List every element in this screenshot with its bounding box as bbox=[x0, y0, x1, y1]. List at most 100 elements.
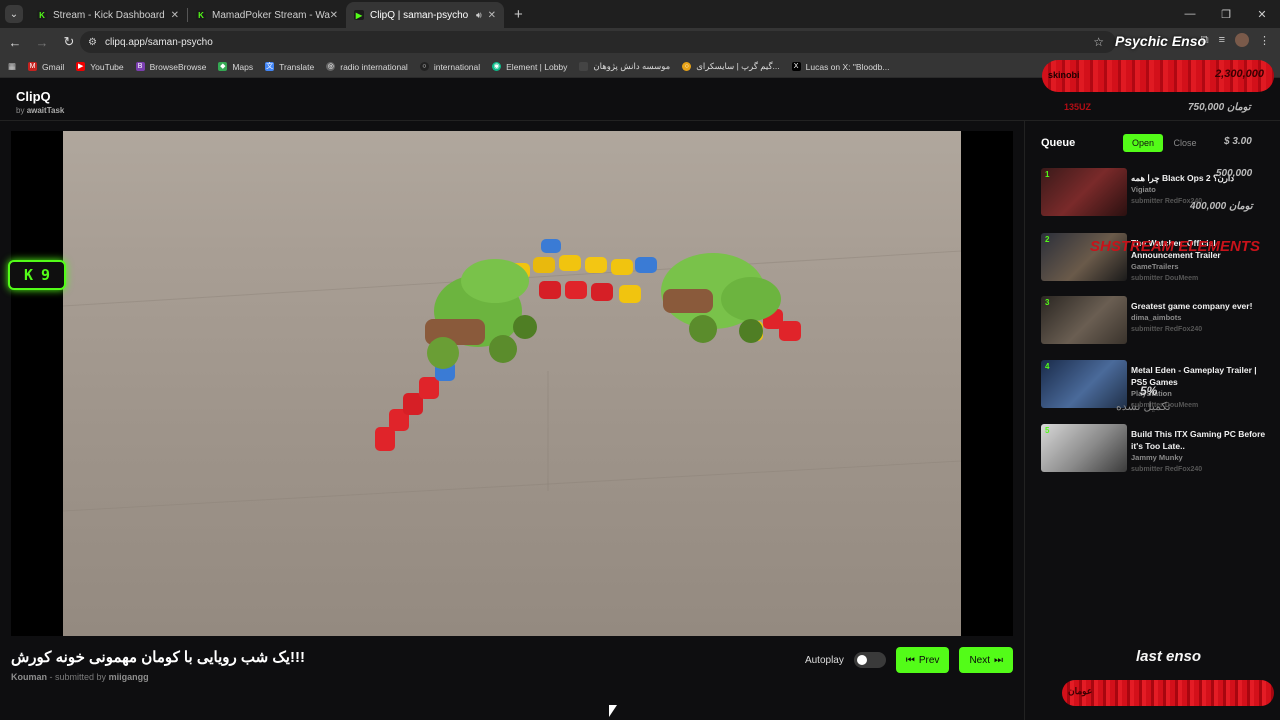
queue-item-channel: Jammy Munky bbox=[1131, 453, 1183, 462]
skip-forward-icon: ⏭︎ bbox=[994, 654, 1003, 666]
overlay-enso-title: Psychic Enso bbox=[1115, 33, 1207, 49]
toy-dinosaur-left bbox=[425, 259, 537, 369]
element-icon: ◉ bbox=[492, 62, 502, 71]
video-scene-toys bbox=[63, 239, 961, 512]
bookmark-label: گیم گرپ | سایسکرای... bbox=[696, 61, 780, 71]
close-icon[interactable]: ✕ bbox=[171, 10, 179, 21]
apps-icon[interactable]: ▦ bbox=[8, 61, 16, 72]
bookmark-label: radio international bbox=[340, 61, 408, 72]
reload-icon[interactable]: ↻ bbox=[57, 34, 81, 50]
queue-thumbnail: 5 bbox=[1041, 424, 1127, 472]
bookmark-label: Translate bbox=[279, 61, 315, 72]
bookmark-star-icon[interactable]: ☆ bbox=[1093, 35, 1104, 49]
globe-icon: ◎ bbox=[326, 62, 336, 71]
browse-icon: B bbox=[135, 62, 145, 71]
overlay-donation-bar: skinobi 2,300,000 bbox=[1042, 60, 1274, 92]
gmail-icon: M bbox=[28, 62, 38, 71]
bookmark-browsebrowse[interactable]: B BrowseBrowse bbox=[135, 61, 207, 72]
minimize-icon[interactable]: — bbox=[1172, 8, 1208, 20]
queue-number: 4 bbox=[1045, 362, 1050, 371]
overlay-amount: 750,000 تومان bbox=[1188, 102, 1251, 113]
kick-icon: K bbox=[196, 10, 206, 20]
overlay-percent: 5% bbox=[1140, 384, 1158, 398]
queue-item-channel: Vigiato bbox=[1131, 185, 1156, 194]
window-controls: — ❐ ✕ bbox=[1172, 0, 1280, 28]
queue-item-submitter: submitter RedFox240 bbox=[1131, 466, 1203, 473]
queue-number: 1 bbox=[1045, 170, 1050, 179]
bookmark-element[interactable]: ◉ Element | Lobby bbox=[492, 62, 567, 72]
tab-clipq[interactable]: ▶ ClipQ | saman-psycho 🔊︎ ✕ bbox=[346, 2, 504, 28]
queue-number: 3 bbox=[1045, 298, 1050, 307]
forward-icon[interactable]: → bbox=[30, 35, 54, 50]
overlay-last-bar: عومان bbox=[1062, 680, 1274, 706]
kick-icon: K bbox=[37, 10, 47, 20]
bookmark-translate[interactable]: 文 Translate bbox=[265, 62, 314, 72]
speaker-icon[interactable]: 🔊︎ bbox=[476, 10, 482, 21]
youtube-icon: ▶ bbox=[76, 62, 86, 71]
clip-channel[interactable]: Kouman bbox=[11, 672, 47, 682]
bookmark-international[interactable]: ○ international bbox=[419, 61, 481, 72]
bookmark-gmail[interactable]: M Gmail bbox=[28, 62, 64, 72]
video-frame[interactable] bbox=[63, 131, 961, 636]
profile-avatar[interactable] bbox=[1235, 33, 1249, 47]
bookmark-label: Gmail bbox=[42, 61, 65, 72]
circle-icon: ○ bbox=[419, 62, 429, 71]
queue-item[interactable]: 3 Greatest game company ever! dima_aimbo… bbox=[1041, 296, 1273, 348]
new-tab-button[interactable]: + bbox=[514, 6, 523, 23]
bookmark-lucas[interactable]: X Lucas on X: "Bloodb... bbox=[791, 61, 890, 72]
next-button[interactable]: Next ⏭︎ bbox=[959, 647, 1013, 673]
play-icon: ▶ bbox=[354, 10, 364, 20]
maps-icon: ◆ bbox=[218, 62, 228, 71]
bookmark-maps[interactable]: ◆ Maps bbox=[218, 62, 253, 72]
gamegrip-icon: ○ bbox=[682, 62, 692, 71]
close-window-icon[interactable]: ✕ bbox=[1244, 8, 1280, 21]
autoplay-toggle[interactable] bbox=[853, 652, 886, 668]
tab-kick-dashboard[interactable]: K Stream - Kick Dashboard ✕ bbox=[29, 2, 187, 28]
toolbar-right: ⧉ ≡ ⋮ bbox=[1201, 33, 1270, 47]
overlay-bar-amount: 2,300,000 bbox=[1215, 68, 1264, 80]
clip-submitter[interactable]: miigangg bbox=[109, 672, 149, 682]
queue-open-button[interactable]: Open bbox=[1123, 134, 1163, 152]
overlay-last-enso: last enso bbox=[1136, 648, 1202, 665]
url-field[interactable]: ⚙︎ clipq.app/saman-psycho ☆ bbox=[80, 31, 1116, 53]
tab-search-icon[interactable]: ⌄ bbox=[5, 5, 23, 23]
app-brand[interactable]: ClipQ bbox=[16, 89, 51, 104]
queue-item-title: Build This ITX Gaming PC Before it's Too… bbox=[1131, 429, 1266, 451]
viewer-count: 9 bbox=[41, 266, 51, 284]
close-icon[interactable]: ✕ bbox=[488, 10, 496, 21]
queue-item-submitter: submitter DouMeem bbox=[1131, 275, 1199, 282]
bookmark-label: Maps bbox=[232, 61, 254, 72]
queue-item-title: Greatest game company ever! bbox=[1131, 301, 1253, 311]
queue-item-submitter: submitter RedFox240 bbox=[1131, 326, 1203, 333]
skip-back-icon: ⏮︎ bbox=[905, 654, 915, 666]
maximize-icon[interactable]: ❐ bbox=[1208, 8, 1244, 21]
bookmark-label: international bbox=[433, 61, 481, 72]
by-name: awaitTask bbox=[26, 106, 65, 115]
overlay-not-done: تکمیل نشده bbox=[1116, 401, 1171, 413]
prev-button[interactable]: ⏮︎ Prev bbox=[895, 647, 950, 673]
bookmark-youtube[interactable]: ▶ YouTube bbox=[76, 61, 124, 72]
queue-thumbnail: 4 bbox=[1041, 360, 1127, 408]
prev-label: Prev bbox=[918, 654, 940, 666]
submitted-by-label: - submitted by bbox=[49, 672, 107, 682]
bookmark-gamegrip[interactable]: ○ گیم گرپ | سایسکرای... bbox=[682, 61, 780, 72]
queue-item-channel: GameTrailers bbox=[1131, 262, 1179, 271]
reading-list-icon[interactable]: ≡ bbox=[1219, 34, 1225, 46]
bookmark-label: BrowseBrowse bbox=[149, 61, 207, 72]
queue-item-text: Build This ITX Gaming PC Before it's Too… bbox=[1131, 428, 1269, 476]
browser-tab-bar: ⌄ K Stream - Kick Dashboard ✕ K MamadPok… bbox=[0, 0, 1280, 28]
bookmark-label: Lucas on X: "Bloodb... bbox=[805, 61, 890, 72]
back-icon[interactable]: ← bbox=[3, 35, 27, 50]
site-info-icon[interactable]: ⚙︎ bbox=[88, 37, 97, 48]
bookmark-radio[interactable]: ◎ radio international bbox=[326, 62, 408, 72]
queue-close-button[interactable]: Close bbox=[1167, 134, 1203, 152]
address-bar-row: ← → ↻ ⚙︎ clipq.app/saman-psycho ☆ ⧉ ≡ ⋮ bbox=[0, 28, 1280, 56]
queue-item[interactable]: 5 Build This ITX Gaming PC Before it's T… bbox=[1041, 424, 1273, 476]
bookmark-label: YouTube bbox=[90, 61, 124, 72]
url-text: clipq.app/saman-psycho bbox=[104, 36, 213, 48]
close-icon[interactable]: ✕ bbox=[330, 10, 338, 21]
bookmark-danesh[interactable]: موسسه دانش پژوهان bbox=[579, 61, 670, 72]
tab-mamadpoker[interactable]: K MamadPoker Stream - Watch L ✕ bbox=[188, 2, 346, 28]
menu-icon[interactable]: ⋮ bbox=[1259, 34, 1270, 47]
video-player[interactable] bbox=[11, 131, 1013, 636]
